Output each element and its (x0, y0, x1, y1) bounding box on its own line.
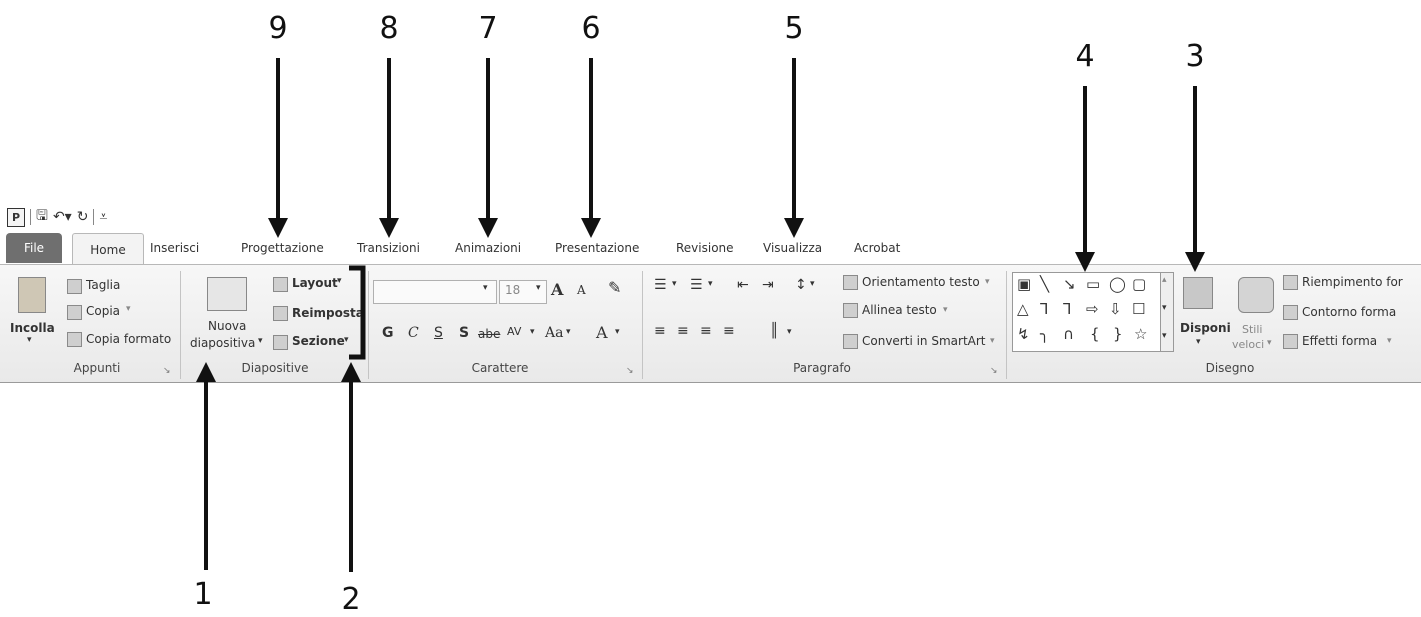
section-bracket (349, 265, 366, 360)
annotation-arrows (196, 58, 1205, 572)
